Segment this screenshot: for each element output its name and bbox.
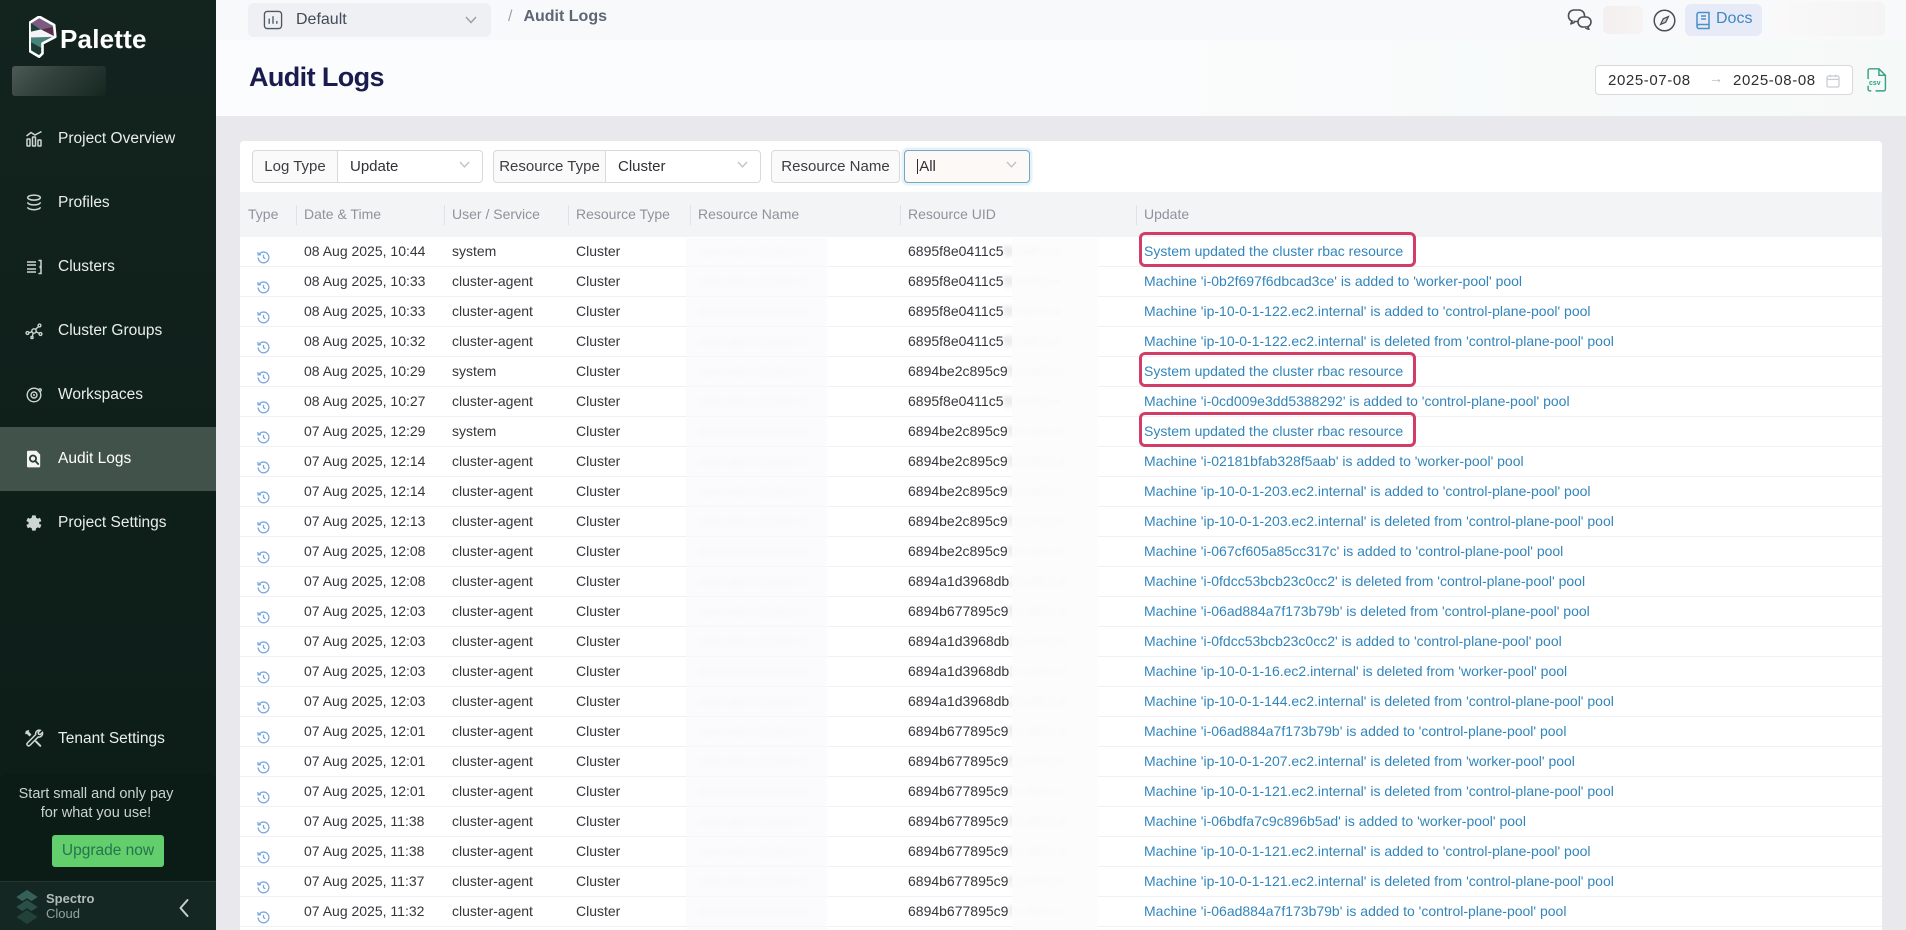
svg-text:csv: csv [1869,80,1881,87]
